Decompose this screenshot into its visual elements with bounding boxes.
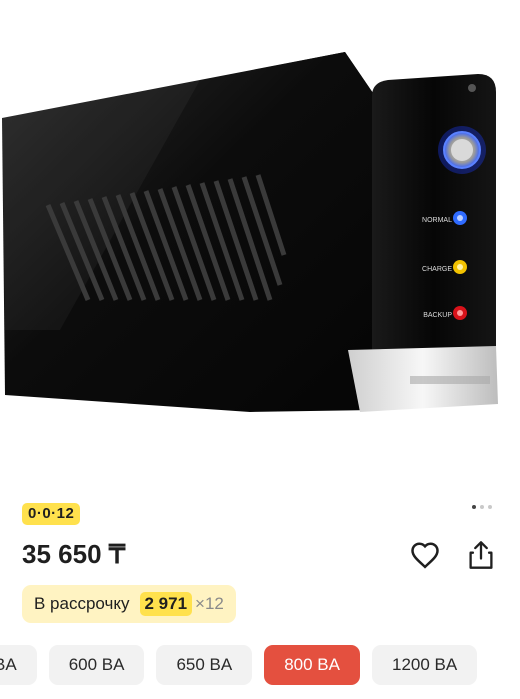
installment-badge: 0·0·12: [22, 503, 81, 525]
variant-option-selected[interactable]: 800 BA: [264, 645, 360, 685]
variant-selector: BA 600 BA 650 BA 800 BA 1200 BA: [0, 645, 478, 685]
variant-option[interactable]: 650 BA: [156, 645, 253, 685]
share-icon: [469, 541, 493, 569]
variant-option[interactable]: BA: [0, 645, 37, 685]
led-label-charge: CHARGE: [422, 266, 452, 273]
installment-amount: 2 971: [139, 592, 193, 616]
led-label-normal: NORMAL: [422, 217, 452, 224]
installment-block[interactable]: В рассрочку 2 971 ×12: [22, 585, 236, 623]
product-image[interactable]: NORMAL CHARGE BACKUP: [0, 0, 520, 470]
ups-device-illustration: NORMAL CHARGE BACKUP: [2, 52, 498, 412]
led-label-backup: BACKUP: [423, 312, 452, 319]
price: 35 650 ₸: [22, 539, 126, 569]
heart-icon: [411, 542, 439, 569]
pager-dot: [472, 505, 476, 509]
pager-dot: [480, 505, 484, 509]
variant-option[interactable]: 600 BA: [48, 645, 145, 685]
installment-multiplier: ×12: [195, 594, 224, 613]
share-button[interactable]: [464, 537, 498, 573]
pager-dot: [488, 505, 492, 509]
brand-logo-icon: [468, 84, 476, 92]
favorite-button[interactable]: [408, 537, 442, 573]
variant-option[interactable]: 1200 BA: [371, 645, 478, 685]
gallery-pager: [472, 505, 492, 509]
installment-label: В рассрочку: [34, 594, 130, 613]
